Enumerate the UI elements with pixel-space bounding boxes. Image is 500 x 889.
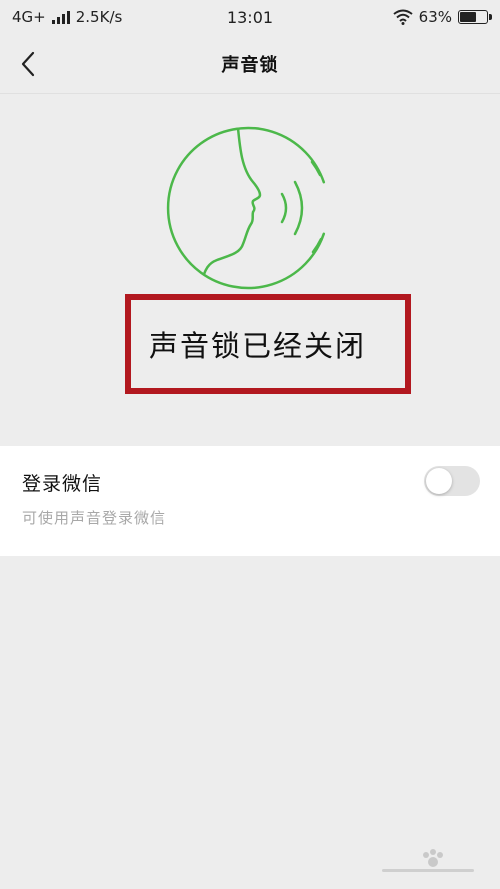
- status-bar: 4G+ 2.5K/s 13:01 63%: [0, 0, 500, 34]
- login-wechat-description: 可使用声音登录微信: [22, 509, 167, 527]
- watermark-logo: [382, 849, 474, 872]
- login-wechat-setting: 登录微信 可使用声音登录微信: [0, 446, 500, 556]
- login-wechat-label: 登录微信: [22, 473, 103, 495]
- nav-bar: 声音锁: [0, 34, 500, 94]
- toggle-knob: [426, 468, 452, 494]
- login-wechat-toggle[interactable]: [424, 466, 480, 496]
- status-right: 63%: [393, 8, 492, 26]
- network-type: 4G+: [12, 8, 46, 26]
- page-title: 声音锁: [221, 54, 279, 76]
- voice-face-icon: [166, 126, 326, 290]
- battery-percent: 63%: [418, 8, 452, 26]
- back-button[interactable]: [6, 42, 50, 86]
- voice-lock-status-text: 声音锁已经关闭: [149, 329, 367, 363]
- battery-icon: [458, 10, 492, 24]
- status-left: 4G+ 2.5K/s: [12, 8, 122, 26]
- wifi-icon: [393, 9, 413, 25]
- battery-fill: [460, 12, 477, 22]
- voice-lock-screen: 4G+ 2.5K/s 13:01 63% 声音锁 声音锁已经关闭 登录微信 可使…: [0, 0, 500, 889]
- chevron-left-icon: [21, 51, 35, 77]
- signal-icon: [51, 10, 70, 24]
- network-speed: 2.5K/s: [75, 8, 123, 26]
- voice-lock-status-highlight: 声音锁已经关闭: [125, 294, 411, 394]
